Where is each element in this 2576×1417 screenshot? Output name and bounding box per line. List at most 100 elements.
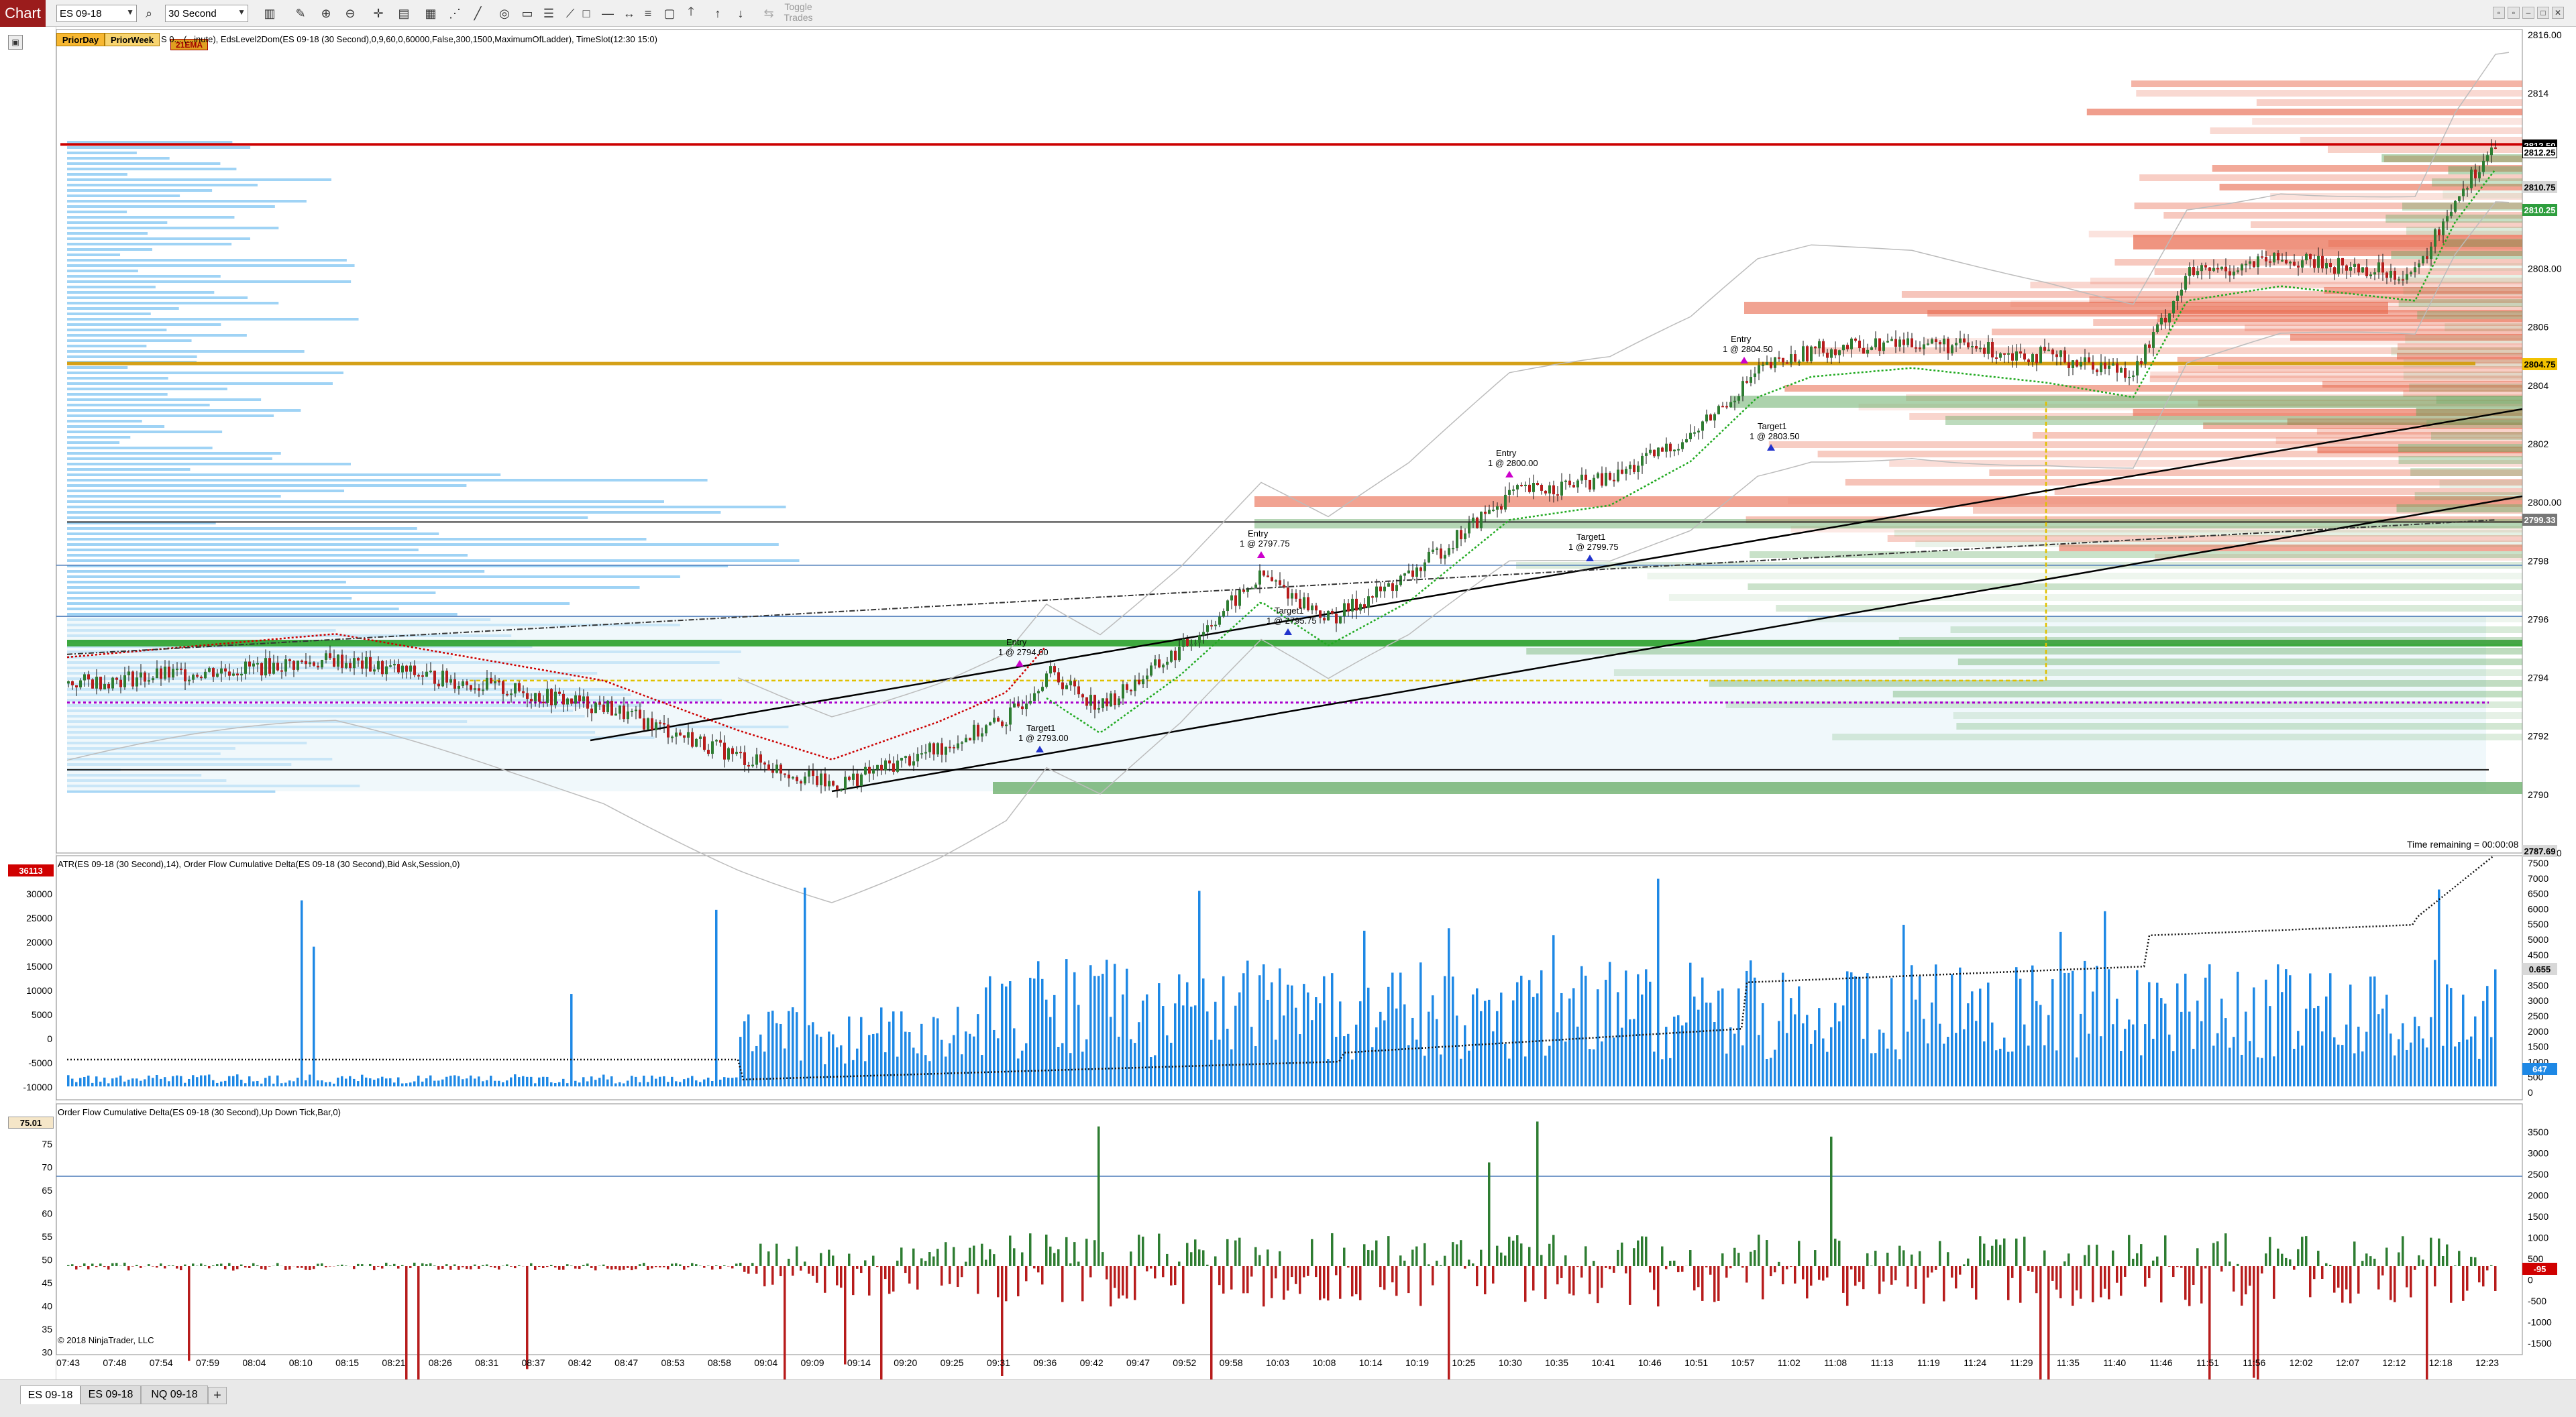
volume-bar bbox=[816, 1034, 818, 1086]
data-box-icon[interactable]: ▭ bbox=[519, 5, 535, 21]
candle-body bbox=[1931, 339, 1933, 344]
drawing-tools-icon[interactable]: ⋰ bbox=[447, 5, 463, 21]
volume-bar bbox=[872, 1033, 875, 1086]
bar-style-icon[interactable]: ▥ bbox=[262, 5, 278, 21]
toggle-trades-icon[interactable]: ⇆ bbox=[761, 5, 777, 21]
volume-bar bbox=[631, 1076, 633, 1086]
volume-bar bbox=[1605, 979, 1607, 1086]
candle-body bbox=[1713, 414, 1716, 420]
search-icon[interactable]: ⌕ bbox=[141, 5, 157, 21]
zoom-in-icon[interactable]: ⊕ bbox=[318, 5, 334, 21]
volume-bar bbox=[224, 1080, 227, 1086]
fib-icon[interactable]: ≡ bbox=[640, 5, 656, 21]
candle-body bbox=[715, 740, 718, 742]
instrument-selector[interactable]: ES 09-18 ▼ bbox=[56, 5, 137, 22]
prior-week-button[interactable]: PriorWeek bbox=[105, 33, 160, 46]
tick-delta-bar bbox=[2313, 1266, 2316, 1280]
list-icon[interactable]: ☰ bbox=[541, 5, 557, 21]
volume-bar bbox=[2414, 1017, 2416, 1086]
candle-body bbox=[711, 741, 714, 754]
tick-delta-bar bbox=[1995, 1239, 1998, 1266]
candle-body bbox=[1242, 589, 1245, 592]
strategies-icon[interactable]: ▦ bbox=[423, 5, 439, 21]
toggle-trades-button[interactable]: Toggle Trades bbox=[778, 1, 818, 23]
time-axis-label: 12:23 bbox=[2475, 1357, 2499, 1368]
volume-bar bbox=[1915, 999, 1917, 1086]
candle-body bbox=[2349, 266, 2352, 271]
tick-delta-bar bbox=[1838, 1241, 1841, 1266]
close-icon[interactable]: ✕ bbox=[2552, 7, 2564, 19]
time-axis-label: 10:51 bbox=[1684, 1357, 1708, 1368]
add-tab-button[interactable]: + bbox=[208, 1387, 227, 1404]
rectangle-tool-icon[interactable]: ▢ bbox=[661, 5, 678, 21]
time-axis-label: 09:47 bbox=[1126, 1357, 1150, 1368]
time-axis-label: 10:14 bbox=[1359, 1357, 1383, 1368]
volume-bar bbox=[1025, 1043, 1028, 1086]
tick-delta-bar bbox=[1077, 1261, 1080, 1266]
tab-nq-0918[interactable]: NQ 09-18 bbox=[141, 1385, 208, 1404]
candle-body bbox=[884, 760, 887, 771]
candle-body bbox=[1576, 480, 1579, 488]
interval-selector[interactable]: 30 Second ▼ bbox=[165, 5, 248, 22]
target-icon[interactable]: ◎ bbox=[496, 5, 513, 21]
candle-body bbox=[1234, 595, 1237, 606]
candle-body bbox=[2333, 267, 2336, 274]
maximize-icon[interactable]: □ bbox=[2537, 7, 2549, 19]
arrow-line-icon[interactable]: ↔ bbox=[621, 5, 637, 21]
candle-body bbox=[1605, 473, 1607, 486]
properties-icon[interactable]: ▤ bbox=[396, 5, 412, 21]
candle-body bbox=[200, 677, 203, 679]
chart-menu-button[interactable]: Chart bbox=[0, 0, 46, 27]
volume-bar bbox=[1089, 965, 1092, 1086]
candle-body bbox=[780, 764, 782, 774]
arrow-up-marker-icon[interactable]: ↑ bbox=[710, 5, 726, 21]
candle-body bbox=[751, 764, 754, 767]
candle-body bbox=[1790, 354, 1792, 364]
profile-bar bbox=[67, 280, 352, 283]
tick-delta-bar bbox=[1448, 1266, 1450, 1379]
volume-bar bbox=[763, 1052, 766, 1086]
tick-delta-bar bbox=[1540, 1255, 1543, 1266]
time-axis-label: 09:31 bbox=[987, 1357, 1010, 1368]
tick-delta-bar bbox=[353, 1266, 356, 1269]
volume-bar bbox=[1343, 1036, 1346, 1086]
volume-bar bbox=[1762, 1003, 1764, 1086]
tab-es-0918-active[interactable]: ES 09-18 bbox=[20, 1385, 80, 1404]
delta-left-axis-label: -5000 bbox=[28, 1058, 52, 1068]
minimize-icon[interactable]: – bbox=[2522, 7, 2534, 19]
window-icon-1[interactable]: ▫ bbox=[2493, 7, 2505, 19]
tick-delta-bar bbox=[2152, 1260, 2155, 1266]
candle-body bbox=[1033, 693, 1036, 701]
delta-left-badge: 36113 bbox=[8, 864, 54, 876]
tick-delta-bar bbox=[2494, 1266, 2497, 1291]
volume-bar bbox=[1878, 1029, 1881, 1086]
arrow-down-marker-icon[interactable]: ↓ bbox=[733, 5, 749, 21]
rectangle-icon[interactable]: □ bbox=[578, 5, 594, 21]
heat-row bbox=[2403, 287, 2522, 295]
arrow-up-icon[interactable]: 🡑 bbox=[683, 5, 699, 21]
prior-day-button[interactable]: PriorDay bbox=[56, 33, 105, 46]
candle-body bbox=[639, 710, 641, 719]
profile-bar bbox=[67, 511, 721, 514]
window-icon-2[interactable]: ▫ bbox=[2508, 7, 2520, 19]
ray-icon[interactable]: ⟋ bbox=[562, 5, 578, 21]
volume-bar bbox=[1367, 987, 1370, 1086]
crosshair-icon[interactable]: ✛ bbox=[370, 5, 386, 21]
candle-body bbox=[83, 674, 86, 681]
pencil-icon[interactable]: ✎ bbox=[292, 5, 309, 21]
tab-es-0918[interactable]: ES 09-18 bbox=[80, 1385, 141, 1404]
volume-bar bbox=[864, 1061, 867, 1086]
zoom-out-icon[interactable]: ⊖ bbox=[342, 5, 358, 21]
volume-bar bbox=[1347, 1033, 1350, 1086]
horizontal-line-icon[interactable]: — bbox=[600, 5, 616, 21]
time-axis-label: 11:02 bbox=[1778, 1357, 1801, 1368]
price-badge-2: 2810.75 bbox=[2522, 181, 2557, 193]
line-tool-icon[interactable]: ╱ bbox=[470, 5, 486, 21]
tick-delta-bar bbox=[719, 1266, 722, 1269]
chart-canvas[interactable]: Entry1 @ 2794.00Target11 @ 2793.00Entry1… bbox=[0, 27, 2576, 1379]
tick-delta-bar bbox=[2148, 1266, 2151, 1279]
profile-bar bbox=[67, 495, 281, 498]
volume-bar bbox=[1983, 1041, 1986, 1086]
candle-body bbox=[1371, 596, 1374, 598]
tick-delta-bar bbox=[755, 1266, 758, 1274]
